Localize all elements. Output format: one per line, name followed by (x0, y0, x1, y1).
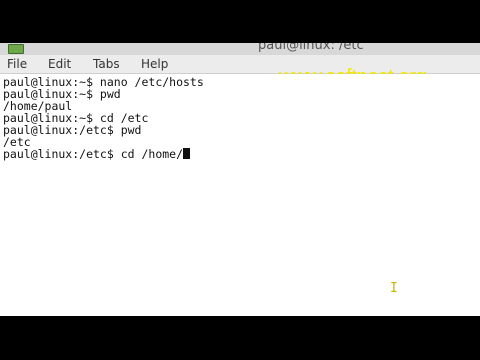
menu-help[interactable]: Help (141, 56, 168, 72)
letterbox-top (0, 0, 480, 43)
terminal-window: paul@linux: /etc File Edit Tabs Help www… (0, 43, 480, 316)
terminal-area[interactable]: paul@linux:~$ nano /etc/hosts paul@linux… (0, 74, 480, 316)
text-cursor (183, 148, 191, 159)
menu-tabs[interactable]: Tabs (93, 56, 120, 72)
terminal-icon (8, 44, 24, 54)
menu-file[interactable]: File (7, 56, 27, 72)
video-frame: paul@linux: /etc File Edit Tabs Help www… (0, 0, 480, 360)
menu-bar: File Edit Tabs Help www.softpost.org (0, 55, 480, 88)
text-cursor-icon: I (390, 281, 398, 296)
terminal-input-line[interactable]: paul@linux:/etc$ cd /home/ (3, 147, 191, 161)
title-bar[interactable]: paul@linux: /etc (0, 43, 480, 55)
window-title: paul@linux: /etc (258, 43, 364, 53)
letterbox-bottom (0, 316, 480, 360)
menu-edit[interactable]: Edit (48, 56, 71, 72)
terminal-current-command: paul@linux:/etc$ cd /home/ (3, 147, 184, 161)
